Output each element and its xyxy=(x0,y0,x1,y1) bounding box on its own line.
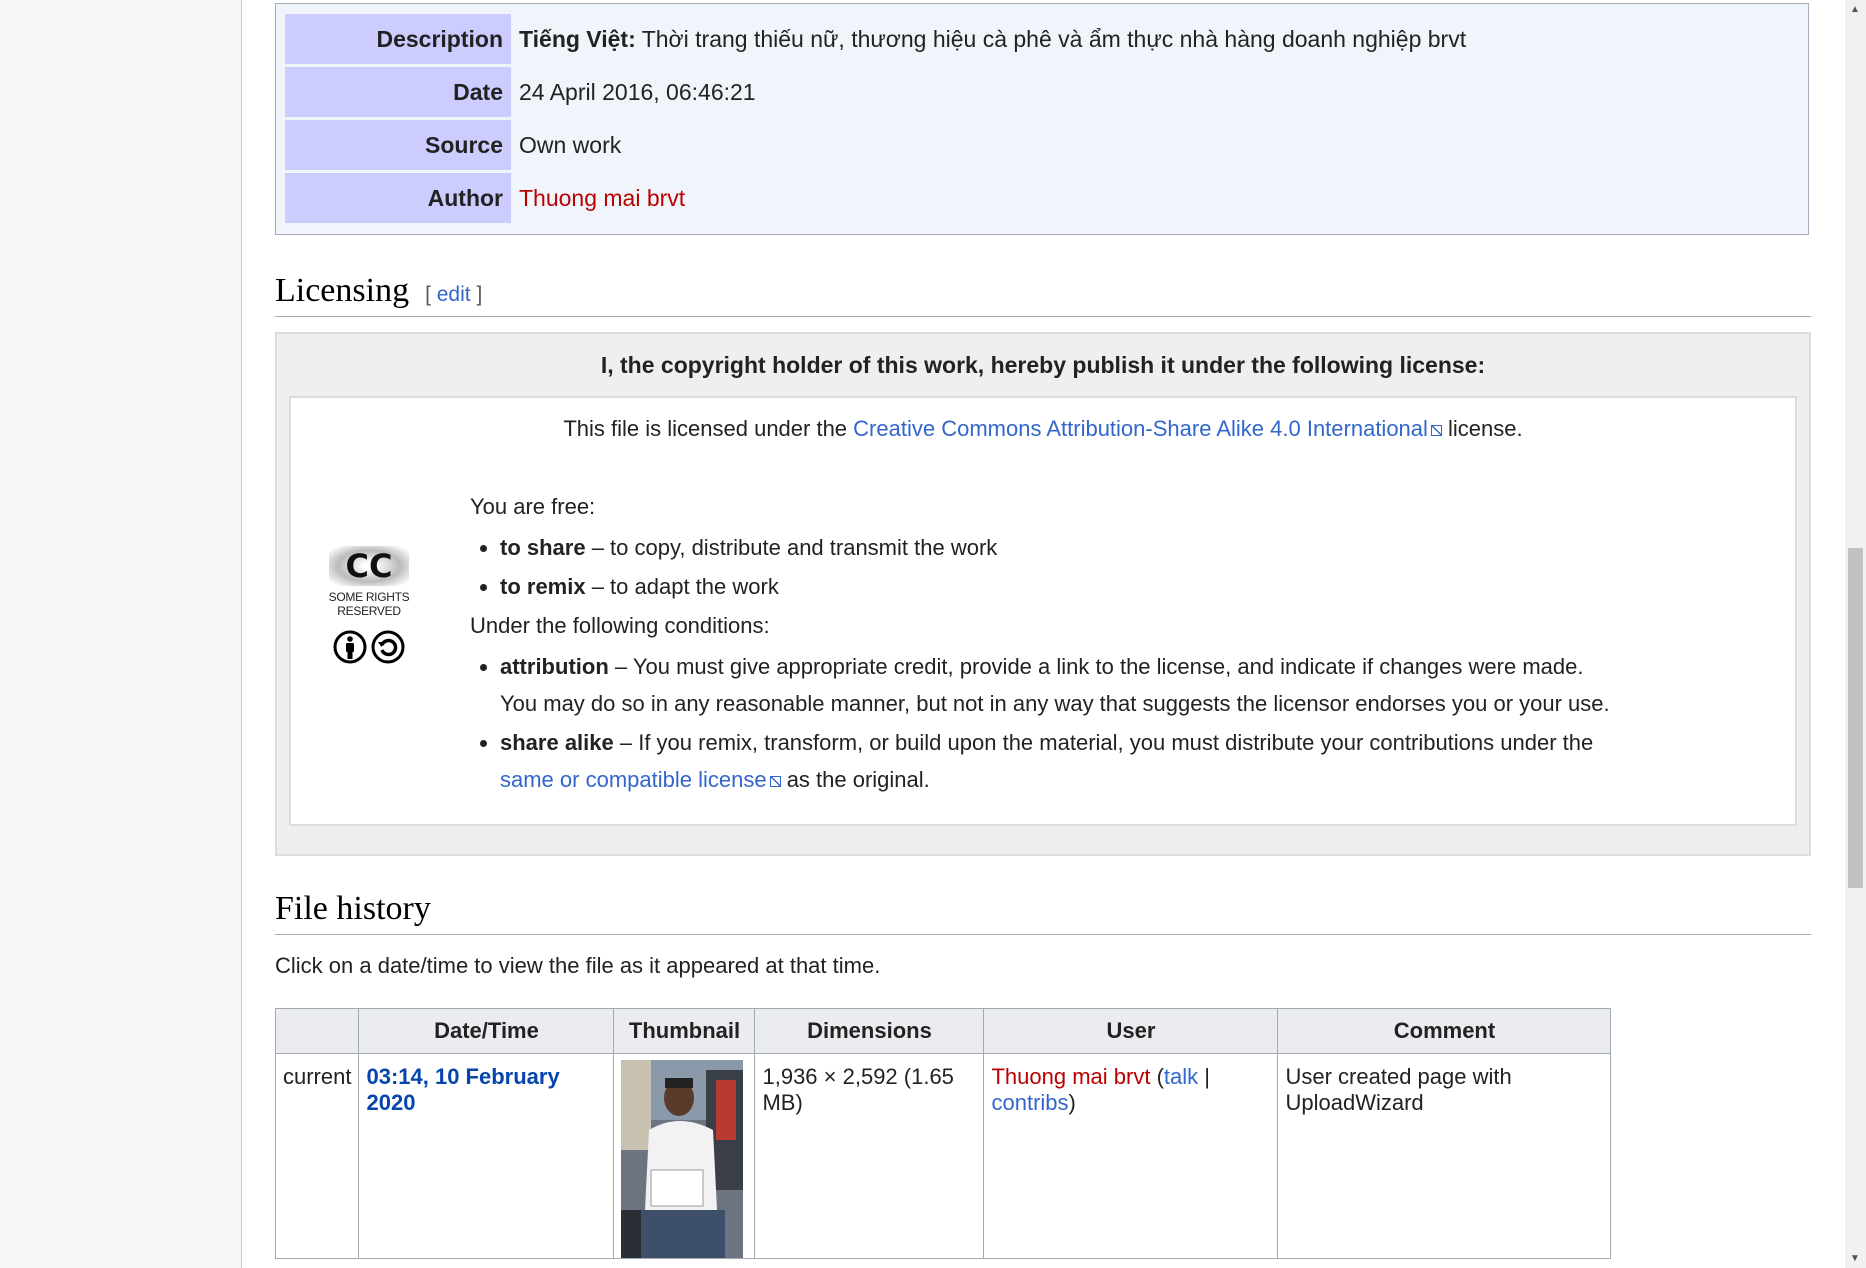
user-contribs-link[interactable]: contribs xyxy=(991,1090,1068,1115)
cc-conditions-icons xyxy=(309,628,429,666)
attribution-desc: – You must give appropriate credit, prov… xyxy=(500,654,1610,716)
description-text: Thời trang thiếu nữ, thương hiệu cà phê … xyxy=(641,26,1467,52)
license-terms: You are free: to share – to copy, distri… xyxy=(470,488,1610,800)
info-key-description: Description xyxy=(285,14,511,64)
share-alike-suffix: as the original. xyxy=(780,767,930,792)
cc-logo-icon: CC xyxy=(329,546,409,586)
file-history-note: Click on a date/time to view the file as… xyxy=(275,953,881,978)
info-value-source: Own work xyxy=(519,132,622,158)
scroll-up-arrow-icon[interactable]: ▲ xyxy=(1850,4,1860,15)
license-inner-box: This file is licensed under the Creative… xyxy=(289,396,1797,826)
conditions-heading: Under the following conditions: xyxy=(470,613,770,638)
licensing-edit-section: [ edit ] xyxy=(425,283,483,306)
compatible-license-link[interactable]: same or compatible license xyxy=(500,767,781,792)
license-intro-text: This file is licensed under the xyxy=(563,416,854,441)
scrollbar-thumb[interactable] xyxy=(1848,548,1863,888)
file-history-heading: File history xyxy=(275,890,1811,935)
info-value-date: 24 April 2016, 06:46:21 xyxy=(519,79,756,105)
share-desc: – to copy, distribute and transmit the w… xyxy=(585,535,998,560)
info-value-description: Tiếng Việt: Thời trang thiếu nữ, thương … xyxy=(511,14,1466,64)
attribution-term: attribution xyxy=(500,654,609,679)
row-comment: User created page with UploadWizard xyxy=(1277,1053,1612,1259)
user-link[interactable]: Thuong mai brvt xyxy=(991,1064,1150,1089)
info-row-source: Source Own work xyxy=(285,120,1799,170)
licensing-heading: Licensing [ edit ] xyxy=(275,272,1811,317)
column-header-thumbnail: Thumbnail xyxy=(613,1008,756,1054)
license-header: I, the copyright holder of this work, he… xyxy=(600,352,1486,378)
info-value-author-cell: Thuong mai brvt xyxy=(511,173,685,223)
license-box: I, the copyright holder of this work, he… xyxy=(275,332,1811,856)
list-item: attribution – You must give appropriate … xyxy=(500,648,1610,722)
row-status: current xyxy=(274,1053,360,1259)
column-header-datetime: Date/Time xyxy=(358,1008,615,1054)
freedoms-list: to share – to copy, distribute and trans… xyxy=(470,529,1610,605)
info-row-date: Date 24 April 2016, 06:46:21 xyxy=(285,67,1799,117)
share-alike-icon xyxy=(371,630,405,664)
list-item: to remix – to adapt the work xyxy=(500,568,1610,605)
separator: | xyxy=(1198,1064,1210,1089)
attribution-icon xyxy=(333,630,367,664)
info-row-description: Description Tiếng Việt: Thời trang thiếu… xyxy=(285,14,1799,64)
revision-datetime-link[interactable]: 03:14, 10 February 2020 xyxy=(366,1064,559,1115)
list-item: to share – to copy, distribute and trans… xyxy=(500,529,1610,566)
cc-by-sa-license-link[interactable]: Creative Commons Attribution-Share Alike… xyxy=(853,416,1442,441)
main-content: Description Tiếng Việt: Thời trang thiếu… xyxy=(241,0,1846,1268)
scroll-down-arrow-icon[interactable]: ▼ xyxy=(1850,1253,1860,1264)
author-link[interactable]: Thuong mai brvt xyxy=(519,185,685,211)
row-user-cell: Thuong mai brvt (talk | contribs) xyxy=(983,1053,1279,1259)
file-history-table: Date/Time Thumbnail Dimensions User Comm… xyxy=(274,1008,1612,1259)
revision-thumbnail[interactable] xyxy=(621,1060,744,1258)
list-item: share alike – If you remix, transform, o… xyxy=(500,724,1610,798)
vertical-scrollbar[interactable]: ▲ ▼ xyxy=(1845,0,1866,1268)
column-header-comment: Comment xyxy=(1277,1008,1612,1054)
paren-close: ) xyxy=(1068,1090,1076,1115)
file-info-table: Description Tiếng Việt: Thời trang thiếu… xyxy=(275,3,1809,235)
info-row-author: Author Thuong mai brvt xyxy=(285,173,1799,223)
free-heading: You are free: xyxy=(470,494,596,519)
share-term: to share xyxy=(500,535,586,560)
licensing-edit-link[interactable]: edit xyxy=(437,283,471,306)
share-alike-term: share alike xyxy=(500,730,614,755)
table-row: current 03:14, 10 February 2020 1,936 × … xyxy=(274,1053,1612,1259)
share-alike-desc: – If you remix, transform, or build upon… xyxy=(613,730,1594,755)
row-thumbnail-cell xyxy=(613,1053,756,1259)
remix-term: to remix xyxy=(500,574,586,599)
info-key-source: Source xyxy=(285,120,511,170)
table-header-row: Date/Time Thumbnail Dimensions User Comm… xyxy=(274,1008,1612,1054)
description-language: Tiếng Việt: xyxy=(519,26,636,52)
paren-open: ( xyxy=(1150,1064,1164,1089)
row-datetime-cell: 03:14, 10 February 2020 xyxy=(358,1053,615,1259)
info-key-date: Date xyxy=(285,67,511,117)
license-intro: This file is licensed under the Creative… xyxy=(291,416,1795,442)
row-dimensions: 1,936 × 2,592 (1.65 MB) xyxy=(754,1053,985,1259)
column-header-status xyxy=(274,1008,360,1054)
conditions-list: attribution – You must give appropriate … xyxy=(470,648,1610,798)
license-intro-suffix: license. xyxy=(1441,416,1523,441)
user-talk-link[interactable]: talk xyxy=(1164,1064,1198,1089)
cc-badge-text: SOME RIGHTS RESERVED xyxy=(328,590,410,618)
info-key-author: Author xyxy=(285,173,511,223)
licensing-heading-text: Licensing xyxy=(275,272,410,309)
cc-badge[interactable]: CC SOME RIGHTS RESERVED xyxy=(309,546,429,676)
column-header-user: User xyxy=(983,1008,1279,1054)
column-header-dimensions: Dimensions xyxy=(754,1008,985,1054)
remix-desc: – to adapt the work xyxy=(585,574,779,599)
